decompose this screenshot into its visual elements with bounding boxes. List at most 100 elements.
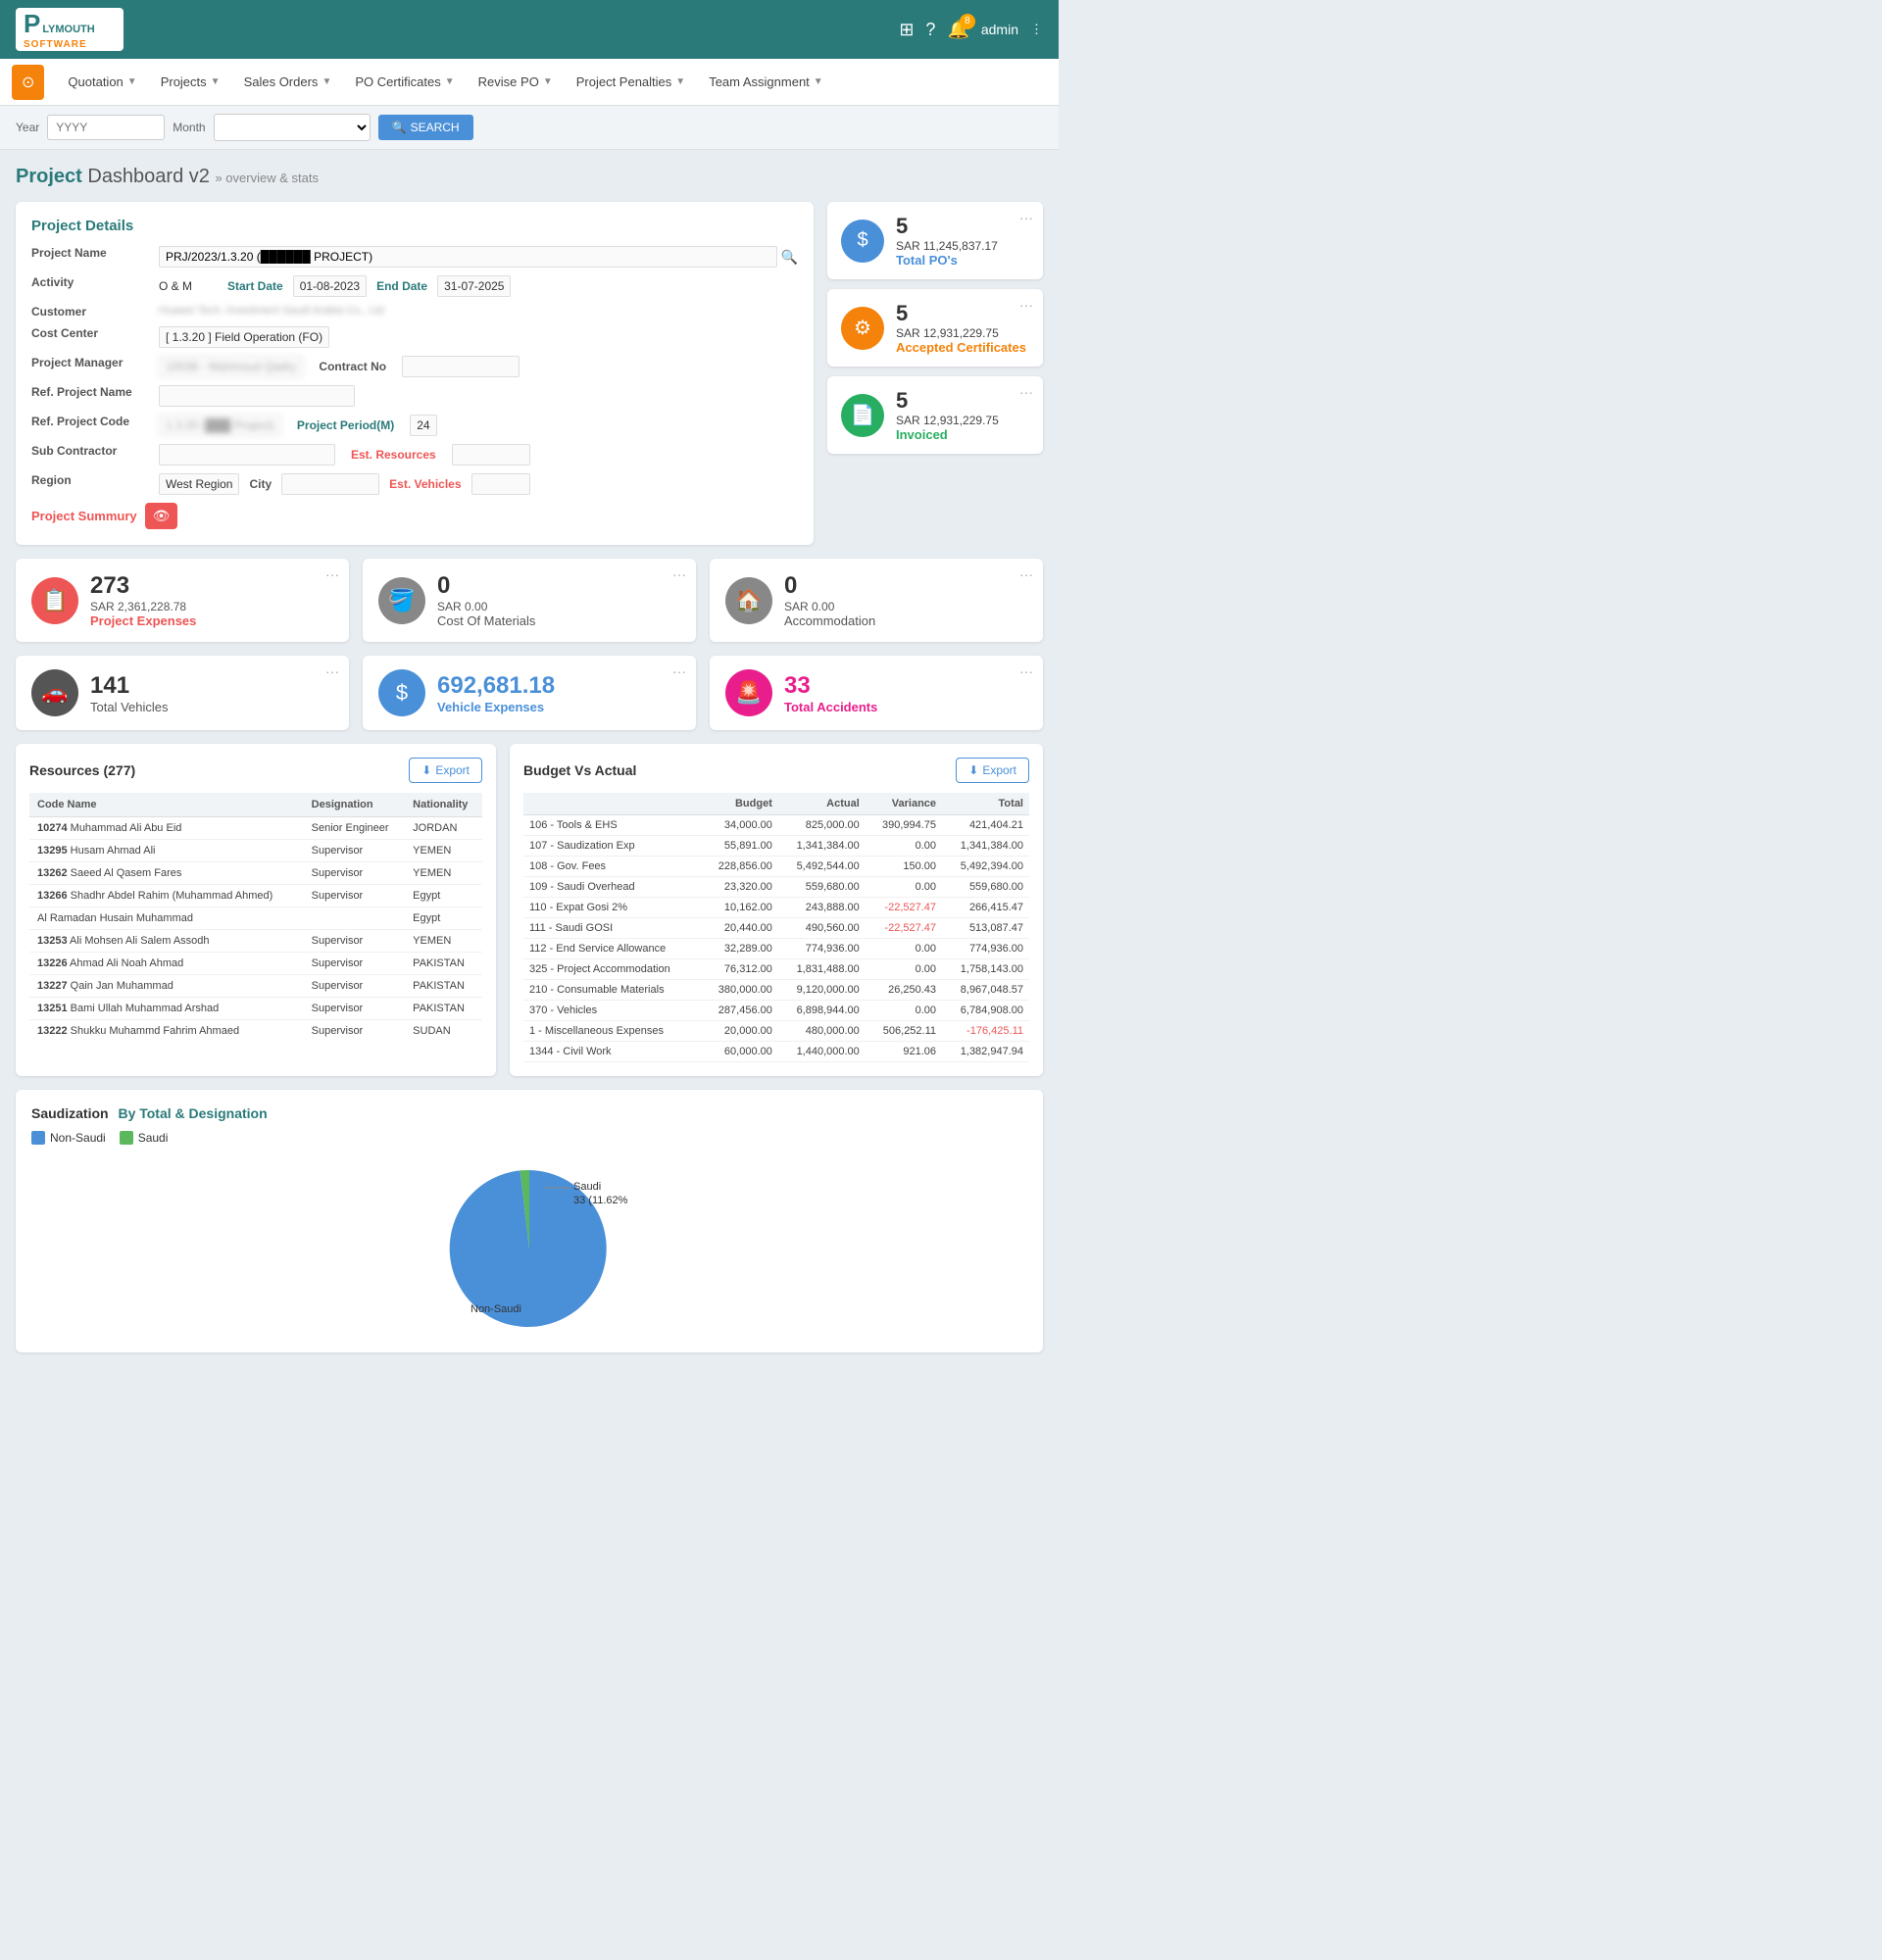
stat-amount-invoiced: SAR 12,931,229.75 (896, 414, 999, 427)
stat-menu-icon[interactable]: ··· (1019, 210, 1033, 225)
start-date-label: Start Date (227, 279, 283, 293)
form-row-ref-name: Ref. Project Name (31, 385, 798, 407)
stat-label-accepted: Accepted Certificates (896, 340, 1026, 355)
accident-icon: 🚨 (725, 669, 772, 716)
budget-row-variance: 0.00 (866, 836, 942, 857)
end-date-label: End Date (376, 279, 427, 293)
nav-po-certificates[interactable]: PO Certificates ▼ (343, 61, 466, 103)
table-row: 13251 Bami Ullah Muhammad Arshad Supervi… (29, 998, 482, 1020)
project-name-input[interactable] (159, 246, 777, 268)
nav-projects[interactable]: Projects ▼ (149, 61, 232, 103)
activity-value: O & M (159, 279, 218, 293)
stat-amount-accepted: SAR 12,931,229.75 (896, 326, 1026, 340)
budget-row-variance: -22,527.47 (866, 898, 942, 918)
search-button[interactable]: 🔍 SEARCH (378, 115, 473, 140)
metric-info-vehicles: 141 Total Vehicles (90, 672, 169, 714)
page-title-rest: Dashboard v2 (82, 166, 210, 187)
admin-menu[interactable]: admin (981, 22, 1018, 37)
year-label: Year (16, 121, 39, 134)
stat-menu-icon[interactable]: ··· (1019, 297, 1033, 313)
nav-revise-po[interactable]: Revise PO ▼ (467, 61, 565, 103)
nav-team-assignment[interactable]: Team Assignment ▼ (697, 61, 835, 103)
admin-dots[interactable]: ⋮ (1030, 22, 1043, 37)
chevron-down-icon: ▼ (543, 76, 553, 87)
month-label: Month (173, 121, 205, 134)
col-budget: Budget (702, 793, 778, 815)
contract-no-value (402, 356, 520, 377)
metric-menu-icon[interactable]: ··· (325, 663, 339, 679)
table-row: 112 - End Service Allowance 32,289.00 77… (523, 939, 1029, 959)
nav-po-certificates-label: PO Certificates (355, 74, 440, 89)
nav-quotation[interactable]: Quotation ▼ (56, 61, 148, 103)
bottom-grid: Resources (277) ⬇ Export Code Name Desig… (16, 744, 1043, 1076)
metric-num-accidents: 33 (784, 672, 877, 700)
metric-menu-icon[interactable]: ··· (1019, 566, 1033, 582)
nav-sales-orders[interactable]: Sales Orders ▼ (232, 61, 344, 103)
logo-software: SOFTWARE (24, 39, 95, 50)
metric-menu-icon[interactable]: ··· (672, 663, 686, 679)
saudization-legend: Non-Saudi Saudi (31, 1131, 1027, 1145)
budget-row-label: 108 - Gov. Fees (523, 857, 702, 877)
metric-num-vehicles: 141 (90, 672, 169, 700)
cost-center-label: Cost Center (31, 326, 159, 340)
metric-num-materials: 0 (437, 572, 535, 600)
budget-row-label: 1344 - Civil Work (523, 1042, 702, 1062)
metric-project-expenses: ··· 📋 273 SAR 2,361,228.78 Project Expen… (16, 559, 349, 642)
metric-info-materials: 0 SAR 0.00 Cost Of Materials (437, 572, 535, 628)
city-value (281, 473, 379, 495)
metric-menu-icon[interactable]: ··· (672, 566, 686, 582)
resource-nationality: YEMEN (405, 862, 482, 885)
budget-export-button[interactable]: ⬇ Export (956, 758, 1029, 783)
non-saudi-color (31, 1131, 45, 1145)
metric-total-vehicles: ··· 🚗 141 Total Vehicles (16, 656, 349, 730)
notifications[interactable]: 🔔 8 (947, 20, 968, 40)
ref-project-name-value (159, 385, 355, 407)
resources-export-button[interactable]: ⬇ Export (409, 758, 482, 783)
budget-row-total: 513,087.47 (942, 918, 1029, 939)
table-row: 107 - Saudization Exp 55,891.00 1,341,38… (523, 836, 1029, 857)
budget-row-variance: 26,250.43 (866, 980, 942, 1001)
logo-p-icon: P (24, 9, 40, 39)
resource-designation: Supervisor (304, 885, 406, 907)
resource-nationality: YEMEN (405, 930, 482, 953)
metric-cost-materials: ··· 🪣 0 SAR 0.00 Cost Of Materials (363, 559, 696, 642)
invoice-icon: 📄 (841, 394, 884, 437)
resources-table-head: Code Name Designation Nationality (29, 793, 482, 817)
metric-accommodation: ··· 🏠 0 SAR 0.00 Accommodation (710, 559, 1043, 642)
budget-row-total: 5,492,394.00 (942, 857, 1029, 877)
resource-designation: Supervisor (304, 953, 406, 975)
budget-row-budget: 20,440.00 (702, 918, 778, 939)
pm-value: 10038 - Mahmoud Qadry (159, 356, 303, 377)
year-input[interactable] (47, 115, 165, 140)
cost-center-value: [ 1.3.20 ] Field Operation (FO) (159, 326, 329, 348)
region-label: Region (31, 473, 159, 487)
table-row: 106 - Tools & EHS 34,000.00 825,000.00 3… (523, 815, 1029, 836)
budget-row-label: 370 - Vehicles (523, 1001, 702, 1021)
budget-row-total: 421,404.21 (942, 815, 1029, 836)
search-icon: 🔍 (392, 121, 407, 134)
metric-menu-icon[interactable]: ··· (1019, 663, 1033, 679)
budget-row-actual: 1,440,000.00 (778, 1042, 866, 1062)
grid-icon[interactable]: ⊞ (899, 20, 914, 40)
budget-row-total: 8,967,048.57 (942, 980, 1029, 1001)
budget-row-budget: 228,856.00 (702, 857, 778, 877)
resource-nationality: PAKISTAN (405, 953, 482, 975)
budget-row-variance: 0.00 (866, 877, 942, 898)
metric-menu-icon[interactable]: ··· (325, 566, 339, 582)
search-icon[interactable]: 🔍 (781, 249, 798, 266)
help-icon[interactable]: ? (925, 20, 935, 40)
nav-project-penalties[interactable]: Project Penalties ▼ (565, 61, 697, 103)
metric-info-accommodation: 0 SAR 0.00 Accommodation (784, 572, 875, 628)
form-row-pm: Project Manager 10038 - Mahmoud Qadry Co… (31, 356, 798, 377)
metric-amount-accommodation: SAR 0.00 (784, 600, 875, 613)
nav-home-button[interactable]: ⊙ (12, 65, 44, 100)
metric-info-vehicle-expenses: 692,681.18 Vehicle Expenses (437, 672, 555, 714)
stat-menu-icon[interactable]: ··· (1019, 384, 1033, 400)
filter-bar: Year Month JanuaryFebruaryMarch AprilMay… (0, 106, 1059, 150)
project-summury-button[interactable]: 👁 (145, 503, 178, 529)
table-row: 1344 - Civil Work 60,000.00 1,440,000.00… (523, 1042, 1029, 1062)
chevron-down-icon: ▼ (211, 76, 221, 87)
month-select[interactable]: JanuaryFebruaryMarch AprilMayJune JulyAu… (214, 114, 371, 141)
stat-card-total-pos: ··· $ 5 SAR 11,245,837.17 Total PO's (827, 202, 1043, 279)
stat-info-accepted: 5 SAR 12,931,229.75 Accepted Certificate… (896, 301, 1026, 355)
